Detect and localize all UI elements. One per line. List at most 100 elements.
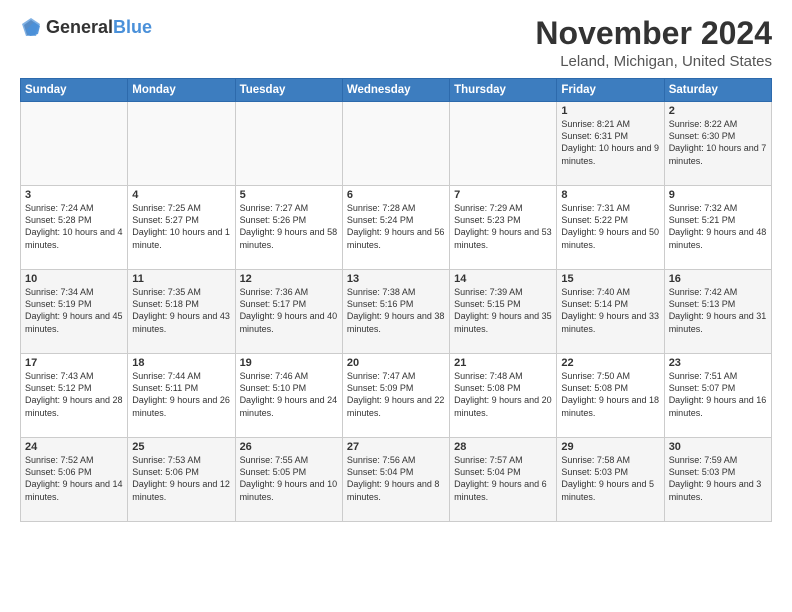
day-info: Sunrise: 7:55 AM Sunset: 5:05 PM Dayligh… [240,454,338,503]
day-info: Sunrise: 7:57 AM Sunset: 5:04 PM Dayligh… [454,454,552,503]
table-row: 17Sunrise: 7:43 AM Sunset: 5:12 PM Dayli… [21,354,128,438]
day-info: Sunrise: 7:43 AM Sunset: 5:12 PM Dayligh… [25,370,123,419]
table-row [21,102,128,186]
logo-general: General [46,17,113,37]
logo: GeneralBlue [20,16,152,38]
day-number: 21 [454,357,552,369]
day-info: Sunrise: 7:28 AM Sunset: 5:24 PM Dayligh… [347,202,445,251]
calendar-header: Sunday Monday Tuesday Wednesday Thursday… [21,79,772,102]
day-number: 10 [25,273,123,285]
table-row: 21Sunrise: 7:48 AM Sunset: 5:08 PM Dayli… [450,354,557,438]
day-info: Sunrise: 7:48 AM Sunset: 5:08 PM Dayligh… [454,370,552,419]
day-number: 20 [347,357,445,369]
day-info: Sunrise: 7:25 AM Sunset: 5:27 PM Dayligh… [132,202,230,251]
month-year-title: November 2024 [535,16,772,51]
table-row: 25Sunrise: 7:53 AM Sunset: 5:06 PM Dayli… [128,438,235,522]
title-block: November 2024 Leland, Michigan, United S… [535,16,772,70]
table-row [235,102,342,186]
day-info: Sunrise: 7:29 AM Sunset: 5:23 PM Dayligh… [454,202,552,251]
col-friday: Friday [557,79,664,102]
table-row: 9Sunrise: 7:32 AM Sunset: 5:21 PM Daylig… [664,186,771,270]
day-number: 12 [240,273,338,285]
day-number: 22 [561,357,659,369]
day-info: Sunrise: 7:36 AM Sunset: 5:17 PM Dayligh… [240,286,338,335]
day-info: Sunrise: 7:31 AM Sunset: 5:22 PM Dayligh… [561,202,659,251]
calendar-table: Sunday Monday Tuesday Wednesday Thursday… [20,78,772,522]
table-row: 14Sunrise: 7:39 AM Sunset: 5:15 PM Dayli… [450,270,557,354]
day-info: Sunrise: 7:38 AM Sunset: 5:16 PM Dayligh… [347,286,445,335]
day-number: 23 [669,357,767,369]
table-row: 13Sunrise: 7:38 AM Sunset: 5:16 PM Dayli… [342,270,449,354]
day-number: 1 [561,105,659,117]
logo-blue: Blue [113,17,152,37]
day-number: 11 [132,273,230,285]
day-info: Sunrise: 8:21 AM Sunset: 6:31 PM Dayligh… [561,118,659,167]
location-subtitle: Leland, Michigan, United States [535,53,772,70]
day-number: 4 [132,189,230,201]
table-row: 26Sunrise: 7:55 AM Sunset: 5:05 PM Dayli… [235,438,342,522]
day-number: 19 [240,357,338,369]
table-row: 11Sunrise: 7:35 AM Sunset: 5:18 PM Dayli… [128,270,235,354]
table-row: 1Sunrise: 8:21 AM Sunset: 6:31 PM Daylig… [557,102,664,186]
day-number: 15 [561,273,659,285]
day-info: Sunrise: 7:32 AM Sunset: 5:21 PM Dayligh… [669,202,767,251]
day-info: Sunrise: 7:40 AM Sunset: 5:14 PM Dayligh… [561,286,659,335]
table-row: 19Sunrise: 7:46 AM Sunset: 5:10 PM Dayli… [235,354,342,438]
day-number: 28 [454,441,552,453]
day-number: 2 [669,105,767,117]
day-number: 18 [132,357,230,369]
table-row: 10Sunrise: 7:34 AM Sunset: 5:19 PM Dayli… [21,270,128,354]
page-header: GeneralBlue November 2024 Leland, Michig… [20,16,772,70]
day-info: Sunrise: 7:44 AM Sunset: 5:11 PM Dayligh… [132,370,230,419]
day-number: 16 [669,273,767,285]
col-monday: Monday [128,79,235,102]
day-number: 3 [25,189,123,201]
table-row: 12Sunrise: 7:36 AM Sunset: 5:17 PM Dayli… [235,270,342,354]
day-number: 30 [669,441,767,453]
col-wednesday: Wednesday [342,79,449,102]
day-number: 6 [347,189,445,201]
table-row: 18Sunrise: 7:44 AM Sunset: 5:11 PM Dayli… [128,354,235,438]
table-row: 4Sunrise: 7:25 AM Sunset: 5:27 PM Daylig… [128,186,235,270]
day-info: Sunrise: 8:22 AM Sunset: 6:30 PM Dayligh… [669,118,767,167]
table-row: 2Sunrise: 8:22 AM Sunset: 6:30 PM Daylig… [664,102,771,186]
day-info: Sunrise: 7:27 AM Sunset: 5:26 PM Dayligh… [240,202,338,251]
day-info: Sunrise: 7:59 AM Sunset: 5:03 PM Dayligh… [669,454,767,503]
day-info: Sunrise: 7:24 AM Sunset: 5:28 PM Dayligh… [25,202,123,251]
day-number: 27 [347,441,445,453]
day-info: Sunrise: 7:56 AM Sunset: 5:04 PM Dayligh… [347,454,445,503]
day-info: Sunrise: 7:34 AM Sunset: 5:19 PM Dayligh… [25,286,123,335]
day-info: Sunrise: 7:42 AM Sunset: 5:13 PM Dayligh… [669,286,767,335]
day-info: Sunrise: 7:46 AM Sunset: 5:10 PM Dayligh… [240,370,338,419]
table-row: 22Sunrise: 7:50 AM Sunset: 5:08 PM Dayli… [557,354,664,438]
table-row [450,102,557,186]
table-row: 5Sunrise: 7:27 AM Sunset: 5:26 PM Daylig… [235,186,342,270]
day-number: 5 [240,189,338,201]
table-row: 29Sunrise: 7:58 AM Sunset: 5:03 PM Dayli… [557,438,664,522]
table-row: 15Sunrise: 7:40 AM Sunset: 5:14 PM Dayli… [557,270,664,354]
day-number: 7 [454,189,552,201]
table-row: 30Sunrise: 7:59 AM Sunset: 5:03 PM Dayli… [664,438,771,522]
table-row: 24Sunrise: 7:52 AM Sunset: 5:06 PM Dayli… [21,438,128,522]
table-row: 7Sunrise: 7:29 AM Sunset: 5:23 PM Daylig… [450,186,557,270]
day-number: 26 [240,441,338,453]
table-row: 20Sunrise: 7:47 AM Sunset: 5:09 PM Dayli… [342,354,449,438]
logo-icon [20,16,42,38]
col-saturday: Saturday [664,79,771,102]
day-info: Sunrise: 7:58 AM Sunset: 5:03 PM Dayligh… [561,454,659,503]
day-info: Sunrise: 7:47 AM Sunset: 5:09 PM Dayligh… [347,370,445,419]
day-number: 24 [25,441,123,453]
day-number: 25 [132,441,230,453]
col-thursday: Thursday [450,79,557,102]
day-number: 8 [561,189,659,201]
day-info: Sunrise: 7:35 AM Sunset: 5:18 PM Dayligh… [132,286,230,335]
table-row [342,102,449,186]
table-row: 28Sunrise: 7:57 AM Sunset: 5:04 PM Dayli… [450,438,557,522]
day-number: 14 [454,273,552,285]
day-info: Sunrise: 7:39 AM Sunset: 5:15 PM Dayligh… [454,286,552,335]
col-sunday: Sunday [21,79,128,102]
table-row [128,102,235,186]
table-row: 16Sunrise: 7:42 AM Sunset: 5:13 PM Dayli… [664,270,771,354]
table-row: 6Sunrise: 7:28 AM Sunset: 5:24 PM Daylig… [342,186,449,270]
table-row: 3Sunrise: 7:24 AM Sunset: 5:28 PM Daylig… [21,186,128,270]
